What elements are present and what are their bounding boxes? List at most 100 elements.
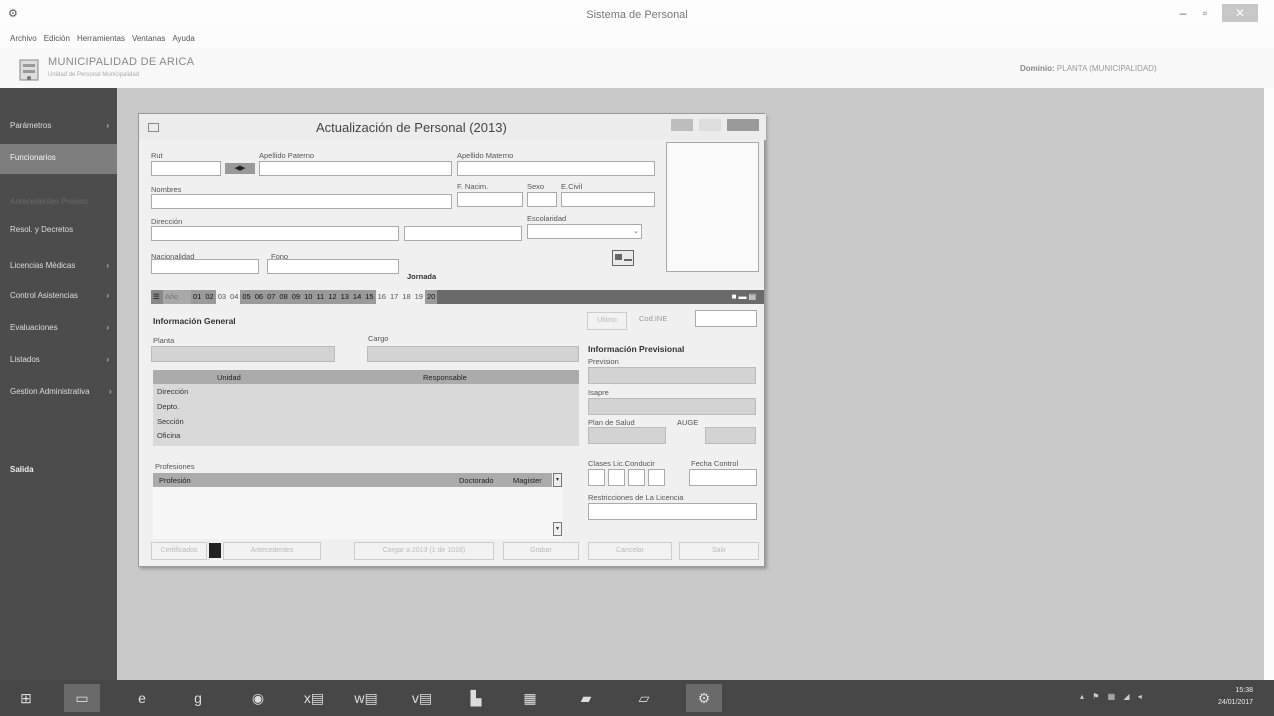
escolaridad-label: Escolaridad	[527, 214, 567, 223]
tab-period[interactable]: 17	[387, 290, 401, 304]
table-row[interactable]: Oficina	[157, 431, 180, 440]
tab-year[interactable]: Año	[163, 290, 191, 304]
tab-period[interactable]: 11	[314, 290, 327, 304]
rut-field[interactable]	[151, 161, 221, 176]
sidebar-item-salida[interactable]: Salida	[0, 456, 117, 486]
tab-period[interactable]: 01	[191, 290, 204, 304]
clase-licencia-field[interactable]	[628, 469, 645, 486]
clase-licencia-field[interactable]	[648, 469, 665, 486]
cod-ine-field[interactable]	[695, 310, 757, 327]
sidebar-item-parametros[interactable]: Parámetros ›	[0, 112, 117, 142]
escolaridad-select[interactable]: ⌄	[527, 224, 642, 239]
tab-period[interactable]: 16	[375, 290, 388, 304]
pdf-icon[interactable]: ▙	[458, 684, 494, 712]
search-rut-icon[interactable]: ◀▶	[225, 163, 255, 174]
menu-ventanas[interactable]: Ventanas	[132, 34, 165, 48]
remote-desktop-icon[interactable]: ▦	[512, 684, 548, 712]
sidebar-item-asistencias[interactable]: Control Asistencias ›	[0, 282, 117, 312]
clase-licencia-field[interactable]	[608, 469, 625, 486]
internet-explorer-icon[interactable]: e	[124, 684, 160, 712]
system-tray-icons[interactable]: ▴ ⚑ ▦ ◢ ◂	[1080, 692, 1145, 701]
tab-period[interactable]: 02	[203, 290, 216, 304]
tab-period[interactable]: 18	[400, 290, 413, 304]
clock[interactable]: 15:38 24/01/2017	[1218, 685, 1253, 709]
app-g-icon[interactable]: g	[180, 684, 216, 712]
salir-button[interactable]: Salir	[679, 542, 759, 560]
browser-icon[interactable]: ◉	[240, 684, 276, 712]
sidebar-item-funcionarios[interactable]: Funcionarios	[0, 144, 117, 174]
table-row[interactable]: Depto.	[157, 402, 179, 411]
cargar-button[interactable]: Cargar a 2013 (1 de 1016)	[354, 542, 494, 560]
tab-period[interactable]: 20	[424, 290, 438, 304]
tab-period[interactable]: 12	[326, 290, 339, 304]
auge-label: AUGE	[677, 418, 699, 427]
dialog-minimize-button[interactable]	[671, 119, 693, 131]
sexo-field[interactable]	[527, 192, 557, 207]
menu-archivo[interactable]: Archivo	[10, 34, 37, 48]
menu-herramientas[interactable]: Herramientas	[77, 34, 125, 48]
fono-field[interactable]	[267, 259, 399, 274]
app-window-icon[interactable]: ▰	[568, 684, 604, 712]
tabstrip-tool-icons[interactable]: ■▬▤	[732, 292, 758, 301]
tab-period[interactable]: 05	[240, 290, 253, 304]
tab-period[interactable]: 06	[252, 290, 266, 304]
profesion-column-header: Profesión	[159, 476, 191, 485]
close-button[interactable]: ✕	[1222, 4, 1258, 22]
tab-period[interactable]: 13	[338, 290, 351, 304]
tab-period[interactable]: 03	[215, 290, 229, 304]
menu-ayuda[interactable]: Ayuda	[172, 34, 195, 48]
cancelar-button[interactable]: Cancelar	[588, 542, 672, 560]
folder-icon[interactable]: ▱	[626, 684, 662, 712]
list-icon[interactable]: ☰	[151, 290, 163, 304]
start-windows-icon[interactable]: ⊞	[8, 684, 44, 712]
f-nacim-field[interactable]	[457, 192, 523, 207]
antecedentes-button[interactable]: Antecedentes	[223, 542, 321, 560]
tab-period[interactable]: 08	[277, 290, 290, 304]
e-civil-field[interactable]	[561, 192, 655, 207]
excel-icon[interactable]: x▤	[296, 684, 332, 712]
direccion-field[interactable]	[151, 226, 399, 241]
tab-period[interactable]: 14	[350, 290, 364, 304]
clock-date: 24/01/2017	[1218, 699, 1254, 706]
tab-period[interactable]: 19	[412, 290, 425, 304]
tab-period[interactable]: 07	[265, 290, 278, 304]
isapre-label: Isapre	[588, 388, 609, 397]
table-row[interactable]: Dirección	[157, 387, 188, 396]
sistema-personal-taskbar-icon[interactable]: ⚙	[686, 684, 722, 712]
tab-period[interactable]: 04	[228, 290, 241, 304]
fecha-control-field[interactable]	[689, 469, 757, 486]
visio-icon[interactable]: v▤	[404, 684, 440, 712]
menu-edicion[interactable]: Edición	[44, 34, 70, 48]
table-row[interactable]: Sección	[157, 417, 184, 426]
dialog-maximize-button[interactable]	[699, 119, 721, 131]
word-icon[interactable]: w▤	[348, 684, 384, 712]
restricciones-field[interactable]	[588, 503, 757, 520]
tab-period[interactable]: 09	[289, 290, 303, 304]
chevron-right-icon: ›	[106, 291, 109, 300]
file-explorer-icon[interactable]: ▭	[64, 684, 100, 712]
cargo-field	[367, 346, 579, 362]
apellido-materno-field[interactable]	[457, 161, 655, 176]
sidebar-item-resoluciones[interactable]: Resol. y Decretos	[0, 216, 117, 246]
chevron-down-icon[interactable]: ▾	[553, 473, 562, 487]
clase-licencia-field[interactable]	[588, 469, 605, 486]
tab-period[interactable]: 10	[302, 290, 315, 304]
tab-period[interactable]: 15	[363, 290, 376, 304]
nacionalidad-field[interactable]	[151, 259, 259, 274]
apellido-paterno-field[interactable]	[259, 161, 452, 176]
document-icon[interactable]	[209, 543, 221, 558]
scroll-down-icon[interactable]: ▾	[553, 522, 562, 536]
dialog-close-button[interactable]	[727, 119, 759, 131]
sidebar-item-gestion[interactable]: Gestion Administrativa	[0, 378, 100, 408]
sidebar-item-listados[interactable]: Listados ›	[0, 346, 117, 376]
minimize-button[interactable]: –	[1174, 4, 1192, 22]
maximize-button[interactable]: ▫	[1196, 4, 1214, 22]
direccion-numero-field[interactable]	[404, 226, 522, 241]
certificados-button[interactable]: Certificados	[151, 542, 207, 560]
sidebar-item-licencias[interactable]: Licencias Médicas ›	[0, 252, 117, 282]
card-id-icon[interactable]	[612, 250, 634, 266]
grabar-button[interactable]: Grabar	[503, 542, 579, 560]
nombres-field[interactable]	[151, 194, 452, 209]
sidebar-item-evaluaciones[interactable]: Evaluaciones ›	[0, 314, 117, 344]
ultimo-button[interactable]: Ultimo	[587, 312, 627, 330]
